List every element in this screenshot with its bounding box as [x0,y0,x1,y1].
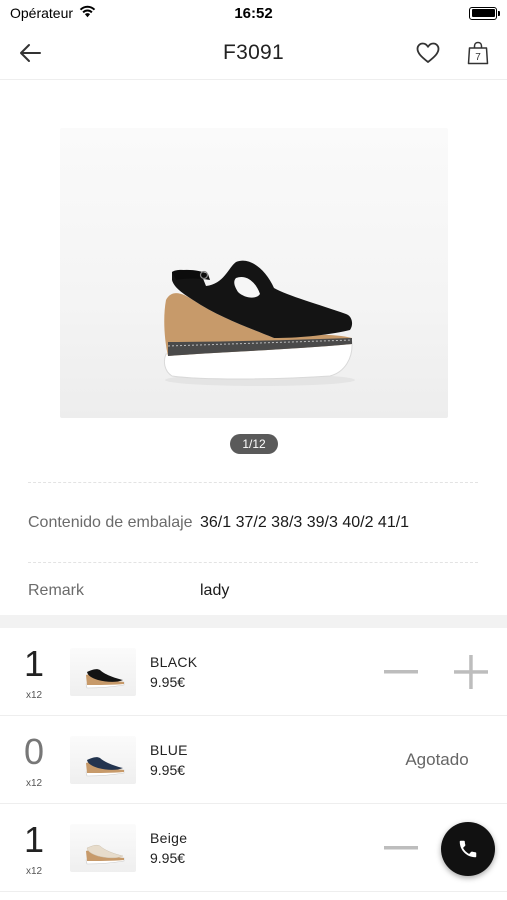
pack-size: x12 [25,778,43,789]
decrease-quantity-button[interactable] [382,830,420,866]
cart-button[interactable]: 7 [462,38,494,68]
product-gallery[interactable]: 1/12 [0,80,507,465]
detail-value: 36/1 37/2 38/3 39/3 40/2 41/1 [200,513,410,531]
pack-size: x12 [25,690,43,701]
blue-sandal-thumbnail [85,757,125,777]
detail-label: Remark [28,582,85,599]
minus-icon [384,670,418,674]
product-image[interactable] [60,128,448,418]
detail-row-packaging: Contenido de embalaje 36/1 37/2 38/3 39/… [28,482,478,562]
navigation-bar: F3091 7 [0,26,507,80]
variant-color: Beige [150,830,188,846]
variant-price: 9.95€ [150,762,186,778]
quantity-value: 1 [23,643,45,684]
variant-color: BLACK [150,654,198,670]
plus-icon [454,655,488,689]
shopping-bag-icon: 7 [467,41,489,65]
image-pager: 1/12 [230,434,278,454]
cart-count: 7 [475,52,481,63]
variant-row-blue: 0 x12 BLUE 9.95€ Agotado [0,716,507,804]
black-wedge-sandal-image [163,260,355,386]
favorite-button[interactable] [412,38,444,68]
detail-value: lady [200,581,230,599]
phone-icon [459,840,477,858]
quantity-value: 1 [23,819,45,860]
quantity-value: 0 [23,731,45,772]
variant-row-black: 1 x12 BLACK 9.95€ [0,628,507,716]
wifi-icon [79,5,96,21]
heart-outline-icon [416,42,440,63]
variant-thumbnail[interactable] [70,824,136,872]
sold-out-label: Agotado [405,750,469,769]
carrier-label: Opérateur [10,5,74,21]
minus-icon [384,846,418,850]
variant-color: BLUE [150,742,188,758]
pack-size: x12 [25,866,43,877]
variant-price: 9.95€ [150,674,186,690]
black-sandal-thumbnail [85,669,125,689]
variant-row-beige: 1 x12 Beige 9.95€ [0,804,507,892]
detail-label: Contenido de embalaje [28,514,193,531]
decrease-quantity-button[interactable] [382,654,420,690]
call-button[interactable] [441,822,495,876]
variant-thumbnail[interactable] [70,648,136,696]
increase-quantity-button[interactable] [452,654,490,690]
section-divider [0,615,507,628]
product-details: Contenido de embalaje 36/1 37/2 38/3 39/… [28,482,478,618]
status-left: Opérateur [10,5,96,21]
status-bar: Opérateur 16:52 [0,0,507,26]
beige-sandal-thumbnail [85,844,125,865]
battery-icon [469,6,500,20]
detail-row-remark: Remark lady [28,562,478,618]
variant-price: 9.95€ [150,850,186,866]
variant-thumbnail[interactable] [70,736,136,784]
